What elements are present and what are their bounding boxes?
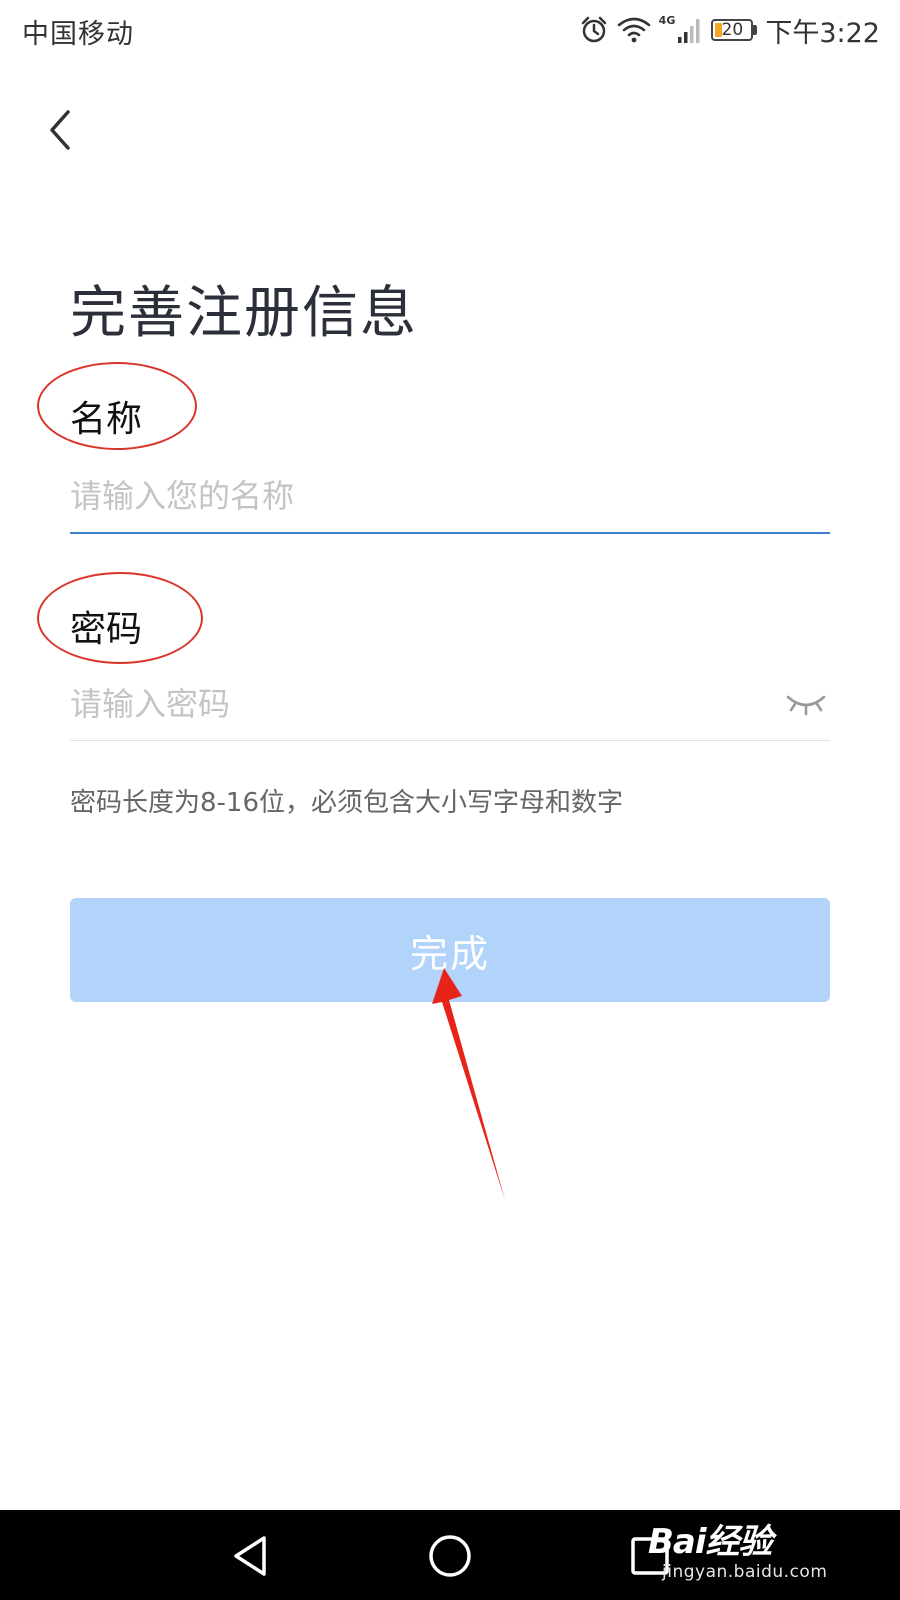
wifi-icon [617,16,651,44]
status-icons: 4G 20 下午3:22 [579,10,880,50]
circle-home-icon [429,1535,471,1577]
chevron-left-icon [50,110,70,150]
password-hint: 密码长度为8-16位，必须包含大小写字母和数字 [70,788,624,818]
battery-level: 20 [721,19,744,40]
done-button[interactable]: 完成 [70,898,830,1002]
battery-icon: 20 [711,19,758,41]
carrier-name: 中国移动 [22,19,134,50]
watermark-logo: Bai经验 [648,1522,773,1562]
battery-tip [753,25,758,35]
network-type: 4G [658,13,676,27]
status-bar: 中国移动 4G 20 下午3:22 [0,0,900,62]
watermark-url: jingyan.baidu.com [662,1562,828,1582]
password-field-container [70,678,830,741]
password-visibility-toggle[interactable] [784,686,828,722]
triangle-back-icon [234,1536,266,1576]
back-button[interactable] [30,100,90,160]
name-input[interactable] [70,470,830,522]
eye-closed-icon [786,695,826,716]
signal-icon [677,16,703,44]
name-field-container [70,470,830,534]
nav-home-button[interactable] [420,1530,480,1582]
password-input[interactable] [70,678,750,730]
page-title: 完善注册信息 [70,281,418,346]
nav-back-button[interactable] [220,1530,280,1582]
registration-screen: 中国移动 4G 20 下午3:22 完善注册信息 名称 请输入您的名称 密码 密… [0,0,900,1600]
alarm-icon [579,15,609,45]
baidu-jingyan-watermark: Bai经验 jingyan.baidu.com [648,1506,848,1596]
status-time: 下午3:22 [765,17,880,49]
name-label: 名称 [70,399,143,440]
battery-body: 20 [711,19,754,41]
password-label: 密码 [70,609,143,650]
